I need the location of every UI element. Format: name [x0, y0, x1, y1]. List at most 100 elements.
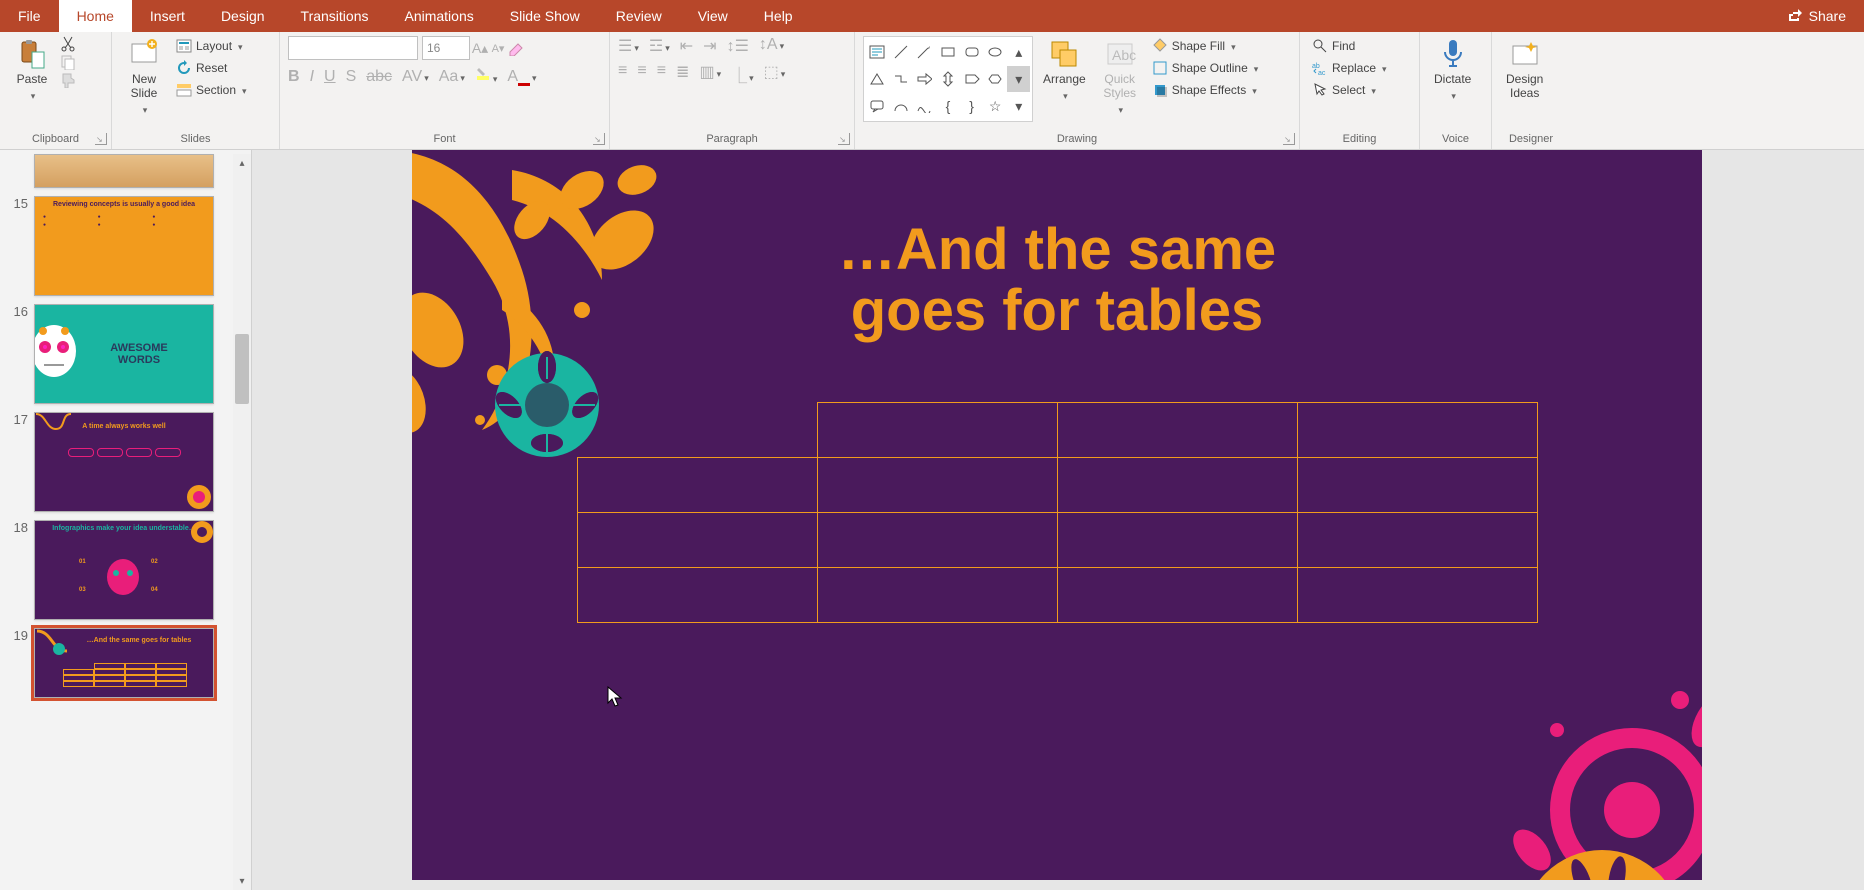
paste-dropdown[interactable] — [29, 88, 36, 102]
gallery-more[interactable]: ▾ — [1007, 93, 1030, 119]
arrange-button[interactable]: Arrange — [1037, 36, 1092, 104]
align-left-icon[interactable]: ≡ — [618, 62, 627, 86]
shape-curve[interactable] — [913, 93, 936, 119]
font-launcher[interactable] — [593, 133, 605, 145]
thumb-row[interactable]: 18 Infographics make your idea understab… — [0, 516, 233, 624]
tab-slideshow[interactable]: Slide Show — [492, 0, 598, 32]
shape-star[interactable]: ☆ — [984, 93, 1007, 119]
shape-line[interactable] — [890, 39, 913, 65]
gallery-scroll-down[interactable]: ▾ — [1007, 66, 1030, 92]
tab-home[interactable]: Home — [59, 0, 132, 32]
shape-oval[interactable] — [984, 39, 1007, 65]
cut-icon[interactable] — [60, 36, 76, 52]
tab-file[interactable]: File — [0, 0, 59, 32]
thumb-row[interactable]: 16 AWESOMEWORDS — [0, 300, 233, 408]
shape-callout[interactable] — [866, 93, 889, 119]
align-right-icon[interactable]: ≡ — [657, 62, 666, 86]
slide-thumbnail-19[interactable]: …And the same goes for tables — [34, 628, 214, 698]
dictate-button[interactable]: Dictate — [1428, 36, 1477, 104]
text-direction-icon[interactable]: ↕A — [759, 36, 784, 56]
align-center-icon[interactable]: ≡ — [637, 62, 646, 86]
justify-icon[interactable]: ≣ — [676, 62, 689, 86]
smartart-icon[interactable]: ⬚ — [764, 62, 786, 86]
clear-format-icon[interactable] — [508, 40, 524, 56]
new-slide-button[interactable]: New Slide — [120, 36, 168, 118]
shape-rect[interactable] — [937, 39, 960, 65]
align-text-icon[interactable]: ⎿ — [731, 62, 754, 86]
columns-icon[interactable]: ▥ — [699, 62, 721, 86]
tab-help[interactable]: Help — [746, 0, 811, 32]
section-button[interactable]: Section — [172, 80, 251, 100]
layout-button[interactable]: Layout — [172, 36, 251, 56]
slide-thumbnail-17[interactable]: A time always works well — [34, 412, 214, 512]
thumbnail-scrollbar[interactable]: ▴ ▾ — [233, 154, 251, 890]
change-case-icon[interactable]: Aa — [439, 68, 465, 86]
shape-arrow-updown[interactable] — [937, 66, 960, 92]
shape-outline-button[interactable]: Shape Outline — [1148, 58, 1263, 78]
tab-design[interactable]: Design — [203, 0, 283, 32]
thumb-row[interactable]: 17 A time always works well — [0, 408, 233, 516]
font-color-icon[interactable]: A — [507, 68, 536, 86]
thumb-scroll-up[interactable]: ▴ — [233, 154, 251, 172]
design-ideas-button[interactable]: Design Ideas — [1500, 36, 1549, 102]
shape-fill-button[interactable]: Shape Fill — [1148, 36, 1263, 56]
bullets-icon[interactable]: ☰ — [618, 36, 639, 56]
paste-button[interactable]: Paste — [8, 36, 56, 104]
shape-roundrect[interactable] — [960, 39, 983, 65]
shape-line-arrow[interactable] — [913, 39, 936, 65]
slide-thumbnail-18[interactable]: Infographics make your idea understable…… — [34, 520, 214, 620]
shape-pentagon[interactable] — [960, 66, 983, 92]
thumb-scroll-handle[interactable] — [235, 334, 249, 404]
tab-insert[interactable]: Insert — [132, 0, 203, 32]
tab-view[interactable]: View — [680, 0, 746, 32]
tab-transitions[interactable]: Transitions — [283, 0, 387, 32]
font-name-combo[interactable] — [288, 36, 418, 60]
drawing-launcher[interactable] — [1283, 133, 1295, 145]
copy-icon[interactable] — [60, 54, 76, 70]
paragraph-launcher[interactable] — [838, 133, 850, 145]
strike-icon[interactable]: abc — [366, 68, 392, 86]
thumb-scroll-down[interactable]: ▾ — [233, 872, 251, 890]
shape-textbox[interactable] — [866, 39, 889, 65]
new-slide-dropdown[interactable] — [141, 102, 148, 116]
shape-hexagon[interactable] — [984, 66, 1007, 92]
shape-triangle[interactable] — [866, 66, 889, 92]
share-button[interactable]: Share — [1769, 0, 1864, 32]
slide-editor-area[interactable]: …And the same goes for tables — [252, 150, 1864, 890]
gallery-scroll-up[interactable]: ▴ — [1007, 39, 1030, 65]
shapes-gallery[interactable]: ▴ ▾ { } ☆ ▾ — [863, 36, 1033, 122]
shape-rightbrace[interactable]: } — [960, 93, 983, 119]
shape-arrow-right[interactable] — [913, 66, 936, 92]
indent-icon[interactable]: ⇥ — [703, 36, 716, 56]
italic-icon[interactable]: I — [310, 68, 314, 86]
highlight-icon[interactable] — [475, 66, 498, 87]
reset-button[interactable]: Reset — [172, 58, 251, 78]
underline-icon[interactable]: U — [324, 68, 336, 86]
line-spacing-icon[interactable]: ↕☰ — [727, 36, 749, 56]
shape-effects-button[interactable]: Shape Effects — [1148, 80, 1263, 100]
select-button[interactable]: Select — [1308, 80, 1391, 100]
shape-arc[interactable] — [890, 93, 913, 119]
outdent-icon[interactable]: ⇤ — [680, 36, 693, 56]
tab-animations[interactable]: Animations — [386, 0, 491, 32]
decrease-font-icon[interactable]: A▾ — [490, 40, 506, 56]
format-painter-icon[interactable] — [60, 72, 76, 88]
tab-review[interactable]: Review — [598, 0, 680, 32]
shape-leftbrace[interactable]: { — [937, 93, 960, 119]
slide-thumbnail-15[interactable]: Reviewing concepts is usually a good ide… — [34, 196, 214, 296]
char-spacing-icon[interactable]: AV — [402, 68, 429, 86]
slide-thumbnail-16[interactable]: AWESOMEWORDS — [34, 304, 214, 404]
quick-styles-button[interactable]: Abc Quick Styles — [1096, 36, 1144, 118]
numbering-icon[interactable]: ☲ — [649, 36, 670, 56]
increase-font-icon[interactable]: A▴ — [472, 40, 488, 56]
thumb-row[interactable]: 15 Reviewing concepts is usually a good … — [0, 192, 233, 300]
thumb-row[interactable]: 19 …And the same goes for tables — [0, 624, 233, 702]
slide-canvas[interactable]: …And the same goes for tables — [412, 150, 1702, 880]
shape-connector[interactable] — [890, 66, 913, 92]
find-button[interactable]: Find — [1308, 36, 1391, 56]
bold-icon[interactable]: B — [288, 68, 300, 86]
shadow-icon[interactable]: S — [346, 68, 357, 86]
clipboard-launcher[interactable] — [95, 133, 107, 145]
thumb-row-partial[interactable] — [0, 154, 233, 192]
replace-button[interactable]: abac Replace — [1308, 58, 1391, 78]
